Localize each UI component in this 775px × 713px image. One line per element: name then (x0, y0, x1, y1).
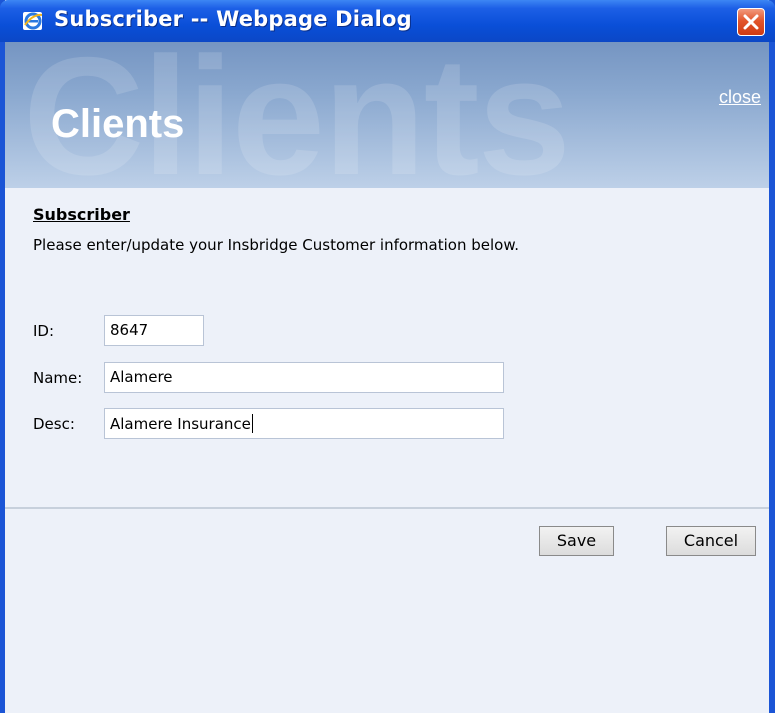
name-value: Alamere (110, 368, 173, 386)
text-cursor (251, 414, 253, 433)
instructions-text: Please enter/update your Insbridge Custo… (33, 236, 519, 254)
name-label: Name: (33, 369, 83, 387)
window-close-button[interactable] (737, 8, 765, 36)
save-button[interactable]: Save (539, 526, 614, 556)
section-title: Subscriber (33, 205, 130, 224)
internet-explorer-icon (22, 10, 44, 32)
id-label: ID: (33, 322, 55, 340)
divider (5, 507, 769, 509)
id-value: 8647 (110, 321, 149, 339)
close-link[interactable]: close (719, 87, 761, 108)
window-title: Subscriber -- Webpage Dialog (54, 7, 412, 31)
desc-input[interactable]: Alamere Insurance (104, 408, 504, 439)
title-bar[interactable]: Subscriber -- Webpage Dialog (0, 0, 775, 42)
desc-label: Desc: (33, 415, 75, 433)
desc-value: Alamere Insurance (110, 415, 251, 433)
name-input[interactable]: Alamere (104, 362, 504, 393)
dialog-window: Subscriber -- Webpage Dialog Clients Cli… (0, 0, 775, 713)
clients-banner: Clients Clients close (5, 42, 769, 188)
form-area: Subscriber Please enter/update your Insb… (5, 188, 769, 713)
banner-heading: Clients (51, 102, 185, 146)
id-input[interactable]: 8647 (104, 315, 204, 346)
cancel-button[interactable]: Cancel (666, 526, 756, 556)
